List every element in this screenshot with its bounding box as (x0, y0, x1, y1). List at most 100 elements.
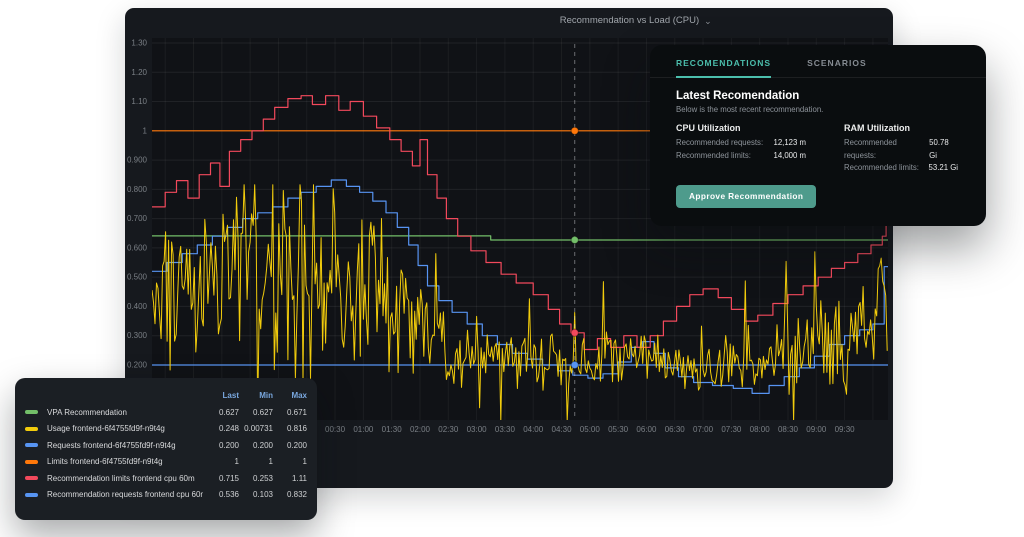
svg-text:0.500: 0.500 (127, 273, 148, 282)
row-value: 14,000 m (773, 150, 806, 160)
row-value: 12,123 m (773, 138, 806, 147)
series-last: 0.715 (218, 473, 239, 483)
svg-text:0.300: 0.300 (127, 331, 148, 340)
svg-text:06:30: 06:30 (665, 425, 686, 434)
series-color-swatch (25, 443, 38, 448)
crosshair-marker-limits (570, 126, 579, 135)
series-max: 1 (302, 457, 307, 467)
series-color-swatch (25, 459, 38, 464)
cpu-recommended-requests-row: Recommended requests: 12,123 m (676, 137, 806, 150)
ram-recommended-requests-row: Recommended requests: 50.78 Gi (844, 137, 958, 162)
series-label: Limits frontend-6f4755fd9f-n9t4g (47, 457, 163, 467)
svg-text:04:00: 04:00 (523, 425, 544, 434)
row-label: Recommended limits: (844, 163, 919, 172)
row-value: 50.78 Gi (929, 138, 949, 160)
series-min: 0.200 (252, 440, 273, 450)
svg-text:02:00: 02:00 (410, 425, 431, 434)
series-label: Requests frontend-6f4755fd9f-n9t4g (47, 440, 176, 450)
svg-text:09:00: 09:00 (806, 425, 827, 434)
tab-bar: RECOMENDATIONS SCENARIOS (650, 45, 986, 78)
legend-row[interactable]: Usage frontend-6f4755fd9f-n9t4g 0.248 0.00… (15, 421, 317, 438)
svg-text:08:30: 08:30 (778, 425, 799, 434)
series-label: Usage frontend-6f4755fd9f-n9t4g (47, 424, 165, 434)
tab-recommendations[interactable]: RECOMENDATIONS (676, 58, 772, 78)
series-max: 0.200 (286, 440, 307, 450)
series-min: 0.103 (252, 490, 273, 500)
svg-text:0.900: 0.900 (127, 156, 148, 165)
svg-text:09:30: 09:30 (835, 425, 856, 434)
series-label: Recommendation requests frontend cpu 60m (47, 490, 203, 500)
crosshair-marker-rec_limits (570, 328, 579, 337)
row-value: 53.21 Gi (928, 163, 958, 172)
cpu-utilization-section: CPU Utilization Recommended requests: 12… (676, 123, 806, 175)
svg-text:01:00: 01:00 (353, 425, 374, 434)
screenshot-canvas: Recommendation vs Load (CPU) ⌄ 1.30 1.20 1… (0, 0, 1024, 537)
legend-row[interactable]: Recommendation limits frontend cpu 60m 0.… (15, 470, 317, 487)
row-label: Recommended requests: (676, 138, 764, 147)
svg-text:00:30: 00:30 (325, 425, 346, 434)
series-min: 0.627 (252, 407, 273, 417)
tab-scenarios[interactable]: SCENARIOS (807, 58, 867, 77)
svg-text:04:30: 04:30 (552, 425, 573, 434)
legend-panel: Last Min Max VPA Recommendation 0.627 0.62… (15, 378, 317, 520)
card-heading: Latest Recomendation (676, 90, 800, 102)
series-color-swatch (25, 476, 38, 481)
svg-text:03:30: 03:30 (495, 425, 516, 434)
series-last: 0.248 (218, 424, 239, 434)
series-max: 1.11 (292, 473, 307, 483)
svg-text:06:00: 06:00 (636, 425, 657, 434)
series-label: VPA Recommendation (47, 407, 127, 417)
svg-text:0.400: 0.400 (127, 302, 148, 311)
ram-recommended-limits-row: Recommended limits: 53.21 Gi (844, 162, 958, 175)
ram-utilization-title: RAM Utilization (844, 123, 910, 133)
svg-text:07:00: 07:00 (693, 425, 714, 434)
crosshair-marker-vpa (570, 235, 579, 245)
recommendation-card: RECOMENDATIONS SCENARIOS Latest Recomend… (650, 45, 986, 226)
cpu-utilization-title: CPU Utilization (676, 123, 741, 133)
svg-text:07:30: 07:30 (721, 425, 742, 434)
crosshair-marker-requests (570, 360, 579, 370)
legend-row[interactable]: Recommendation requests frontend cpu 60m… (15, 487, 317, 504)
legend-col-last[interactable]: Last (203, 391, 239, 400)
series-color-swatch (25, 426, 38, 431)
series-last: 0.536 (218, 490, 239, 500)
approve-recommendation-button[interactable]: Approve Recommendation (676, 184, 817, 208)
svg-text:01:30: 01:30 (382, 425, 403, 434)
legend-row[interactable]: Limits frontend-6f4755fd9f-n9t4g 1 1 1 (15, 454, 317, 471)
card-body: Latest Recomendation Below is the most r… (650, 78, 986, 208)
series-min: 0.00731 (244, 424, 273, 434)
chevron-down-icon: ⌄ (704, 15, 712, 26)
legend-header: Last Min Max (15, 387, 317, 404)
svg-text:08:00: 08:00 (750, 425, 771, 434)
series-last: 0.200 (218, 440, 239, 450)
svg-text:0.600: 0.600 (127, 243, 148, 252)
svg-text:0.800: 0.800 (127, 185, 148, 194)
svg-text:05:00: 05:00 (580, 425, 601, 434)
svg-text:1.10: 1.10 (131, 97, 147, 106)
series-color-swatch (25, 410, 38, 415)
card-subheading: Below is the most recent recommendation. (676, 105, 824, 114)
series-min: 0.253 (252, 473, 273, 483)
svg-text:0.200: 0.200 (127, 360, 148, 369)
series-color-swatch (25, 492, 38, 497)
svg-text:02:30: 02:30 (438, 425, 459, 434)
series-last: 0.627 (218, 407, 239, 417)
legend-row[interactable]: VPA Recommendation 0.627 0.627 0.671 (15, 404, 317, 421)
svg-text:05:30: 05:30 (608, 425, 629, 434)
svg-text:1: 1 (143, 126, 148, 135)
panel-title-dropdown[interactable]: Recommendation vs Load (CPU) ⌄ (560, 15, 712, 26)
legend-row[interactable]: Requests frontend-6f4755fd9f-n9t4g 0.200 0… (15, 437, 317, 454)
ram-utilization-section: RAM Utilization Recommended requests: 50… (844, 123, 958, 175)
legend-col-max[interactable]: Max (273, 391, 307, 400)
series-label: Recommendation limits frontend cpu 60m (47, 473, 195, 483)
svg-text:03:00: 03:00 (467, 425, 488, 434)
legend-col-min[interactable]: Min (239, 391, 273, 400)
cpu-recommended-limits-row: Recommended limits: 14,000 m (676, 150, 806, 163)
svg-text:1.30: 1.30 (131, 39, 147, 48)
legend-rows: VPA Recommendation 0.627 0.627 0.671 Usage f… (15, 404, 317, 503)
svg-text:0.700: 0.700 (127, 214, 148, 223)
panel-title: Recommendation vs Load (CPU) (559, 15, 700, 26)
series-max: 0.816 (286, 424, 307, 434)
series-min: 1 (268, 457, 273, 467)
series-max: 0.671 (286, 407, 307, 417)
